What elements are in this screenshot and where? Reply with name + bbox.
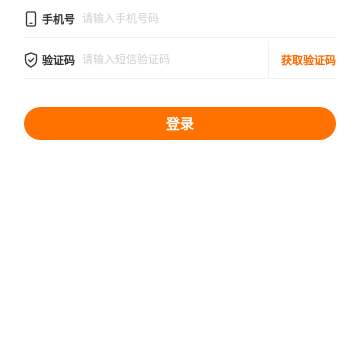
phone-icon [24,10,38,27]
phone-label: 手机号 [42,12,75,26]
login-button[interactable]: 登录 [24,107,336,140]
get-code-button[interactable]: 获取验证码 [268,40,336,79]
code-field-row: 验证码 获取验证码 [24,40,336,79]
phone-input[interactable] [82,12,336,25]
phone-field-row: 手机号 [24,0,336,38]
shield-check-icon [24,51,38,68]
code-label: 验证码 [42,53,75,67]
login-page: 手机号 验证码 获取验证码 登录 [0,0,360,360]
code-input[interactable] [82,53,268,66]
